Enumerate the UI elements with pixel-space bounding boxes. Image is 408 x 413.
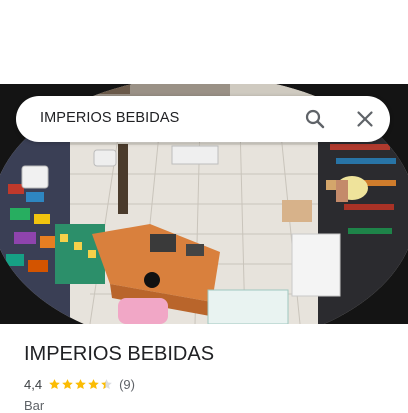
place-title: IMPERIOS BEBIDAS (24, 343, 215, 365)
search-box[interactable]: IMPERIOS BEBIDAS (16, 96, 390, 142)
star-icon (88, 378, 99, 389)
close-icon[interactable] (353, 107, 377, 131)
rating-row[interactable]: 4,4 (9) (24, 376, 135, 392)
top-blank-area (0, 0, 408, 84)
search-query-text[interactable]: IMPERIOS BEBIDAS (40, 110, 179, 126)
star-icon (62, 378, 73, 389)
star-rating (48, 378, 113, 391)
place-category: Bar (24, 398, 45, 413)
star-icon (101, 378, 112, 389)
review-count[interactable]: (9) (119, 377, 135, 392)
search-icon[interactable] (303, 107, 327, 131)
star-icon (75, 378, 86, 389)
star-icon (49, 378, 60, 389)
rating-value: 4,4 (24, 376, 43, 392)
